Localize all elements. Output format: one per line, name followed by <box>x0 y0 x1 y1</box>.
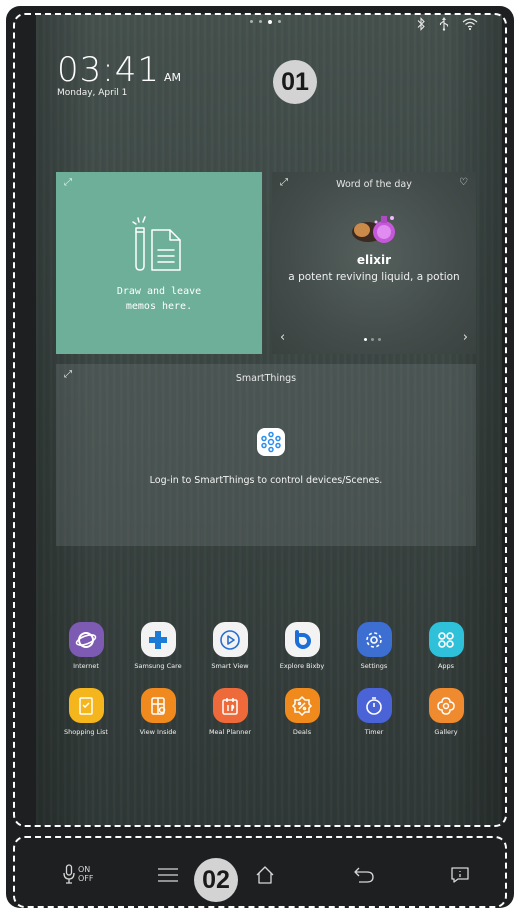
potion-illustration-icon <box>352 216 395 243</box>
app-label: Shopping List <box>64 728 108 736</box>
settings-icon <box>356 622 392 657</box>
memo-prompt-line2: memos here. <box>125 301 193 312</box>
menu-icon <box>158 868 178 882</box>
page-dot <box>278 20 281 23</box>
widget-title: SmartThings <box>235 373 297 384</box>
gallery-icon <box>428 688 464 723</box>
expand-icon[interactable]: ⤢ <box>64 177 72 188</box>
next-word-button[interactable]: › <box>463 330 468 345</box>
home-button[interactable] <box>255 865 275 885</box>
memo-prompt-line1: Draw and leave <box>116 286 202 297</box>
memo-prompt: Draw and leave memos here. <box>56 284 262 314</box>
page-dot <box>250 20 253 23</box>
pager-dot <box>371 338 374 341</box>
smartthings-logo-icon[interactable] <box>257 428 285 456</box>
app-view-inside[interactable]: View Inside <box>122 688 194 736</box>
notification-button[interactable] <box>450 866 470 884</box>
previous-word-button[interactable]: ‹ <box>280 330 285 345</box>
back-button[interactable] <box>353 866 375 884</box>
meal-planner-icon <box>212 688 248 723</box>
app-label: Apps <box>437 662 455 670</box>
voice-on-label: ON <box>78 865 91 874</box>
page-indicator <box>250 19 281 24</box>
heart-icon[interactable]: ♡ <box>459 177 468 188</box>
bixby-icon <box>284 622 320 657</box>
samsung-care-icon <box>140 622 176 657</box>
apps-icon <box>428 622 464 657</box>
app-label: Meal Planner <box>208 728 252 736</box>
app-timer[interactable]: Timer <box>338 688 410 736</box>
shopping-list-icon <box>68 688 104 723</box>
word-definition: a potent reviving liquid, a potion <box>288 271 460 283</box>
timer-icon <box>356 688 392 723</box>
app-label: Gallery <box>434 728 458 736</box>
voice-toggle-button[interactable]: ON OFF <box>63 864 94 884</box>
callout-01: 01 <box>273 60 317 104</box>
smart-view-icon <box>212 622 248 657</box>
memo-widget[interactable]: ⤢ Draw and leave memos here. <box>56 172 262 354</box>
callout-02: 02 <box>194 858 238 902</box>
app-internet[interactable]: Internet <box>50 622 122 670</box>
app-deals[interactable]: Deals <box>266 688 338 736</box>
app-meal-planner[interactable]: Meal Planner <box>194 688 266 736</box>
app-explore-bixby[interactable]: Explore Bixby <box>266 622 338 670</box>
status-icons <box>416 17 478 35</box>
internet-icon <box>68 622 104 657</box>
bluetooth-icon <box>416 17 426 35</box>
app-label: Settings <box>360 662 388 670</box>
widget-title: Word of the day <box>336 179 412 190</box>
bottom-navigation-bar: ON OFF 02 <box>18 842 502 904</box>
microphone-icon <box>63 864 75 884</box>
page-dot <box>259 20 262 23</box>
app-label: Internet <box>73 662 99 670</box>
app-label: Deals <box>292 728 312 736</box>
chat-notification-icon <box>451 867 469 883</box>
pager-dot-active <box>364 338 367 341</box>
word-term: elixir <box>356 253 392 267</box>
app-label: Explore Bixby <box>279 662 325 670</box>
clock-ampm: AM <box>163 71 181 84</box>
app-samsung-care[interactable]: Samsung Care <box>122 622 194 670</box>
app-label: Samsung Care <box>134 662 182 670</box>
app-shopping-list[interactable]: Shopping List <box>50 688 122 736</box>
smartthings-message: Log-in to SmartThings to control devices… <box>149 475 383 486</box>
clock-widget[interactable]: 03:41 AM Monday, April 1 <box>57 50 181 98</box>
voice-toggle-label: ON OFF <box>78 865 94 883</box>
app-label: View Inside <box>139 728 177 736</box>
app-gallery[interactable]: Gallery <box>410 688 482 736</box>
word-pager <box>364 338 381 341</box>
menu-button[interactable] <box>158 868 178 882</box>
deals-icon <box>284 688 320 723</box>
wifi-icon <box>462 17 478 35</box>
voice-off-label: OFF <box>78 874 94 883</box>
app-apps[interactable]: Apps <box>410 622 482 670</box>
app-settings[interactable]: Settings <box>338 622 410 670</box>
clock-time: 03:41 <box>57 50 160 90</box>
view-inside-icon <box>140 688 176 723</box>
word-of-the-day-widget[interactable]: ⤢ Word of the day ♡ elixir a potent revi… <box>272 172 476 354</box>
back-icon <box>354 867 374 883</box>
usb-icon <box>438 17 450 35</box>
page-dot-active <box>268 19 272 24</box>
home-icon <box>256 866 274 884</box>
pager-dot <box>378 338 381 341</box>
app-smart-view[interactable]: Smart View <box>194 622 266 670</box>
memo-pen-icon <box>132 216 181 271</box>
app-label: Timer <box>364 728 384 736</box>
app-label: Smart View <box>211 662 249 670</box>
